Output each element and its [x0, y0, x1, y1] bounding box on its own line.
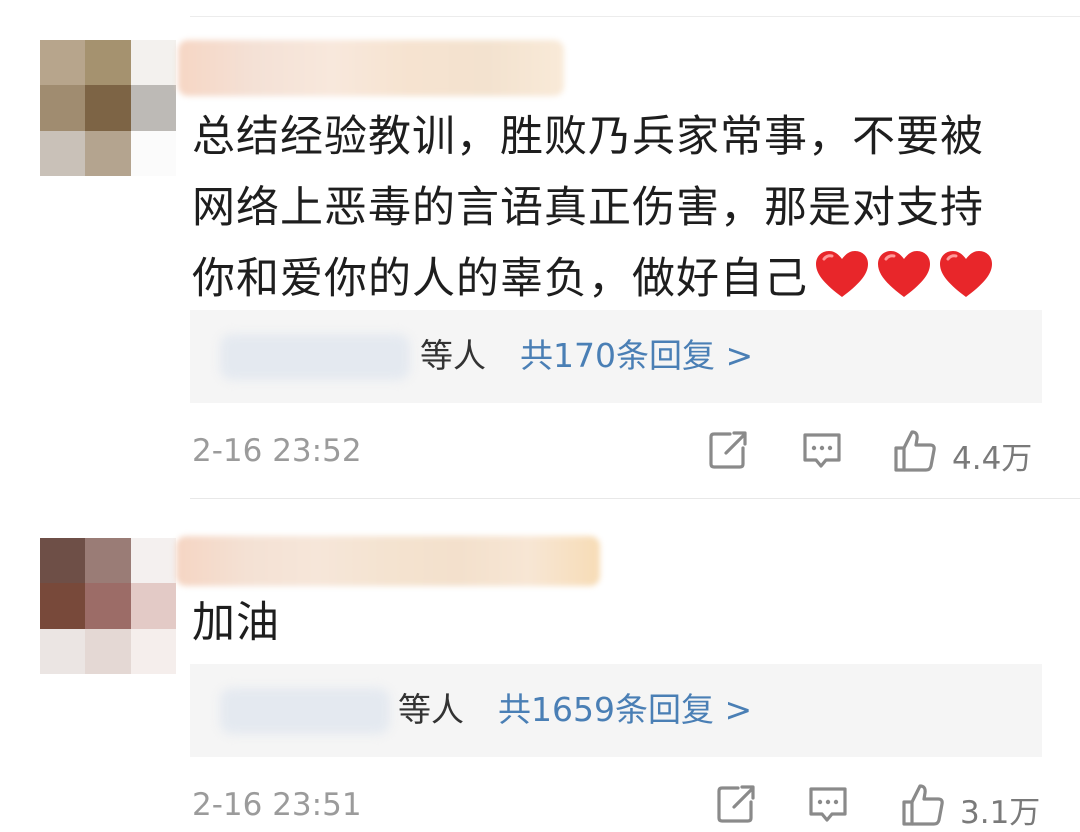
- thumbs-up-icon[interactable]: [892, 428, 938, 478]
- reply-suffix: 等人: [420, 336, 486, 375]
- comment-meta: 2-16 23:52 4.4万: [192, 428, 1042, 478]
- timestamp: 2-16 23:52: [192, 433, 362, 469]
- reply-suffix: 等人: [398, 690, 464, 729]
- view-replies-link[interactable]: 共1659条回复 >: [498, 684, 752, 736]
- comment-icon[interactable]: [806, 782, 850, 830]
- share-icon[interactable]: [714, 782, 758, 830]
- like-count: 3.1万: [960, 795, 1041, 831]
- like-count: 4.4万: [952, 441, 1033, 477]
- thumbs-up-icon[interactable]: [900, 782, 946, 832]
- avatar[interactable]: [40, 40, 176, 176]
- comment-meta: 2-16 23:51 3.1万: [192, 782, 1042, 832]
- username-redacted[interactable]: [176, 536, 600, 586]
- comment-text: 总结经验教训，胜败乃兵家常事，不要被网络上恶毒的言语真正伤害，那是对支持你和爱你…: [192, 102, 1022, 321]
- timestamp: 2-16 23:51: [192, 787, 362, 823]
- reply-preview[interactable]: 等人 共1659条回复 >: [190, 664, 1042, 757]
- comment-item: 加油 等人 共1659条回复 > 2-16 23:51 3.1万: [0, 500, 1080, 831]
- comment-divider: [190, 498, 1080, 499]
- top-divider: [190, 16, 1080, 17]
- avatar[interactable]: [40, 538, 176, 674]
- comment-text: 加油: [192, 598, 280, 648]
- reply-preview[interactable]: 等人 共170条回复 >: [190, 310, 1042, 403]
- reply-names-redacted: [220, 334, 410, 380]
- reply-names-redacted: [220, 688, 390, 734]
- comment-icon[interactable]: [800, 428, 844, 476]
- comment-item: 总结经验教训，胜败乃兵家常事，不要被网络上恶毒的言语真正伤害，那是对支持你和爱你…: [0, 20, 1080, 500]
- share-icon[interactable]: [706, 428, 750, 476]
- username-redacted[interactable]: [178, 40, 564, 96]
- view-replies-link[interactable]: 共170条回复 >: [520, 330, 753, 382]
